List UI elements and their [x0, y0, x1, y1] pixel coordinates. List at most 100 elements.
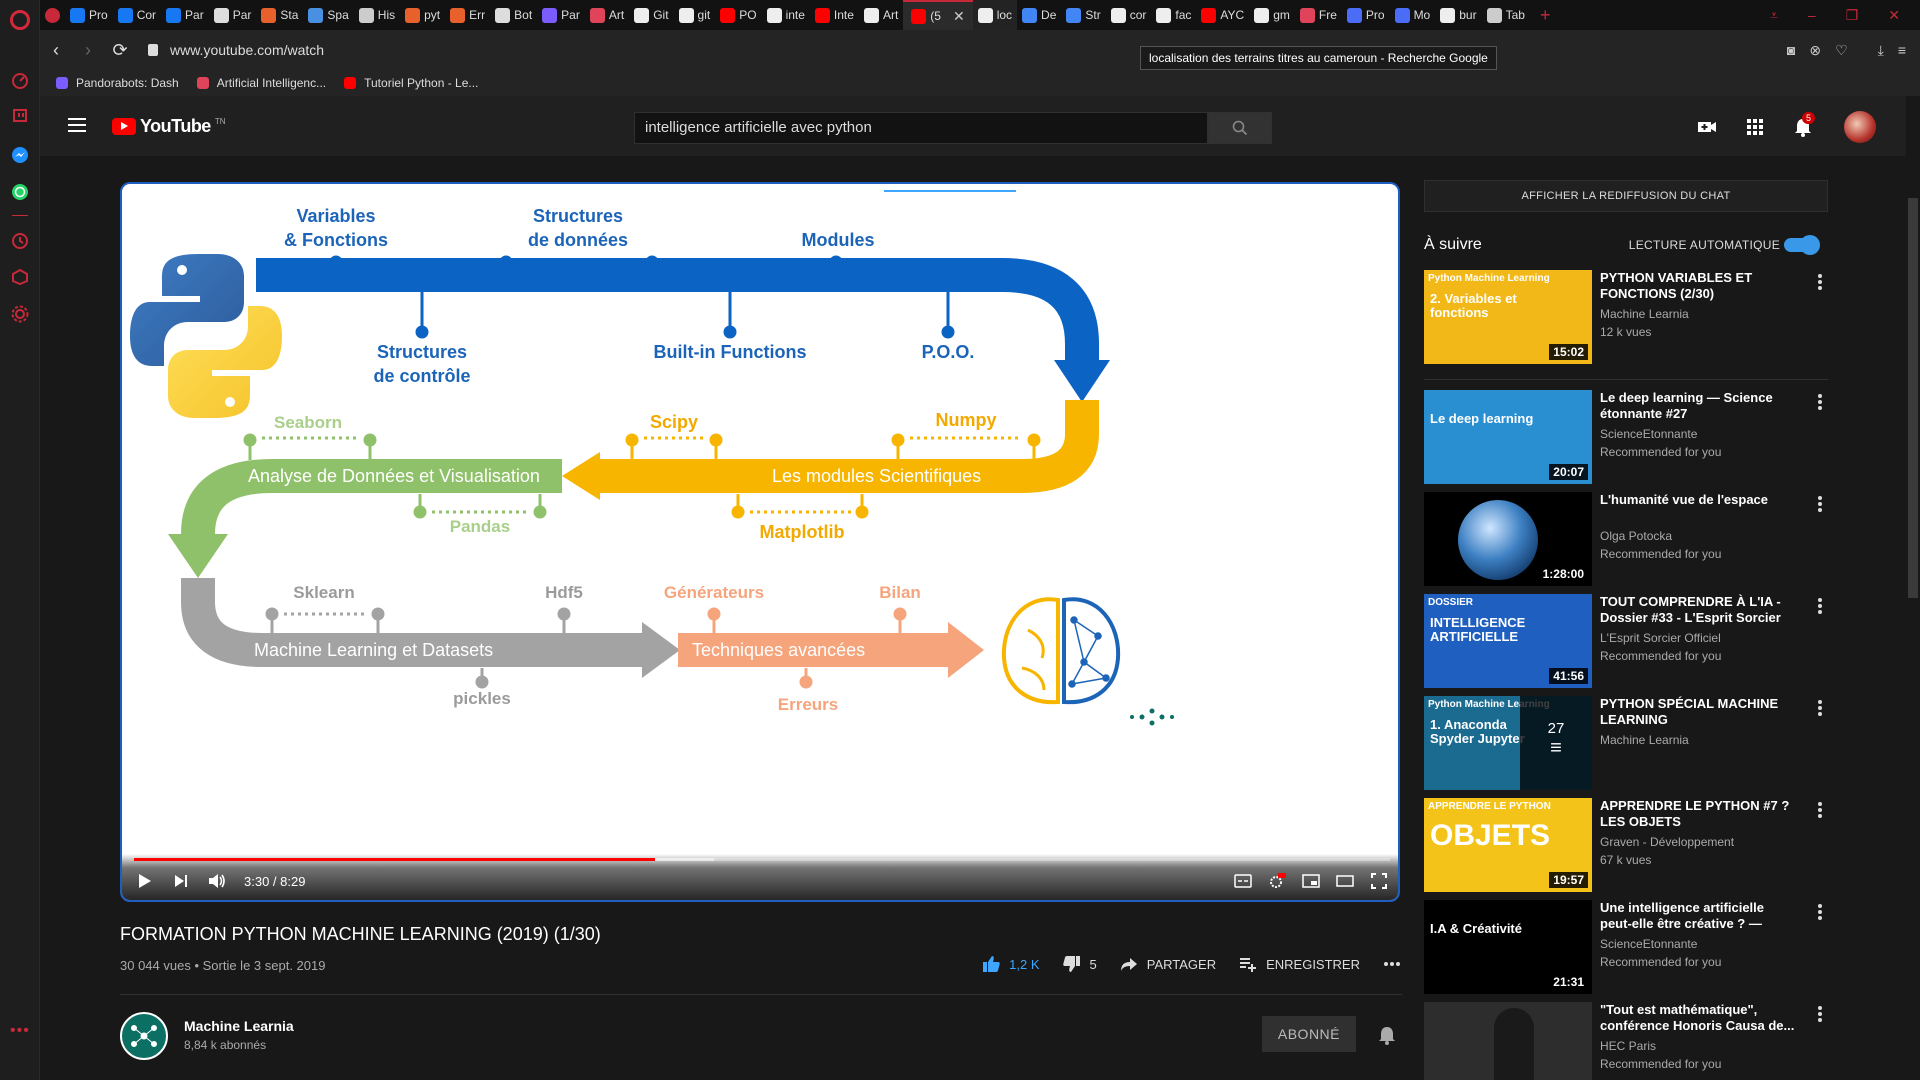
close-window-icon[interactable]: ✕ [1888, 7, 1900, 24]
next-icon[interactable] [172, 872, 190, 890]
recommended-video[interactable]: "Tout est mathématique", conférence Hono… [1424, 1002, 1828, 1080]
video-title-link[interactable]: "Tout est mathématique", conférence Hono… [1600, 1002, 1798, 1034]
video-thumbnail[interactable]: DOSSIER INTELLIGENCE ARTIFICIELLE 41:56 [1424, 594, 1592, 688]
video-thumbnail[interactable]: Python Machine Learning 1. Anaconda Spyde… [1424, 696, 1592, 790]
speed-dial-icon[interactable] [11, 72, 29, 90]
video-menu-icon[interactable] [1818, 1006, 1822, 1022]
video-menu-icon[interactable] [1818, 394, 1822, 410]
recommended-video[interactable]: DOSSIER INTELLIGENCE ARTIFICIELLE 41:56 TOU… [1424, 594, 1828, 696]
video-menu-icon[interactable] [1818, 904, 1822, 920]
video-menu-icon[interactable] [1818, 274, 1822, 290]
tab-item[interactable]: Tab [1482, 0, 1530, 30]
volume-icon[interactable] [208, 872, 226, 890]
tab-item[interactable]: Art [585, 0, 629, 30]
back-button[interactable]: ‹ [40, 40, 72, 61]
tab-item[interactable]: Par [209, 0, 257, 30]
theater-mode-icon[interactable] [1336, 872, 1354, 890]
menu-icon[interactable]: ≡ [1898, 42, 1906, 58]
video-menu-icon[interactable] [1818, 598, 1822, 614]
recommended-video[interactable]: 1:28:00 L'humanité vue de l'espace Olga Po… [1424, 492, 1828, 594]
like-button[interactable]: 1,2 K [981, 954, 1040, 974]
adblock-icon[interactable]: ⊗ [1809, 42, 1821, 59]
tab-item[interactable]: AYC [1196, 0, 1249, 30]
tab-item[interactable]: Sta [256, 0, 303, 30]
recommended-video[interactable]: Python Machine Learning 2. Variables et f… [1424, 270, 1828, 380]
video-menu-icon[interactable] [1818, 700, 1822, 716]
subscribe-button[interactable]: ABONNÉ [1261, 1016, 1356, 1052]
tab-item[interactable]: Bot [490, 0, 537, 30]
reload-button[interactable]: ⟳ [104, 40, 136, 61]
tab-item[interactable]: Err [445, 0, 490, 30]
new-tab-button[interactable]: + [1530, 5, 1561, 26]
url-field[interactable]: www.youtube.com/watch [148, 42, 324, 58]
video-channel[interactable]: L'Esprit Sorcier Officiel [1600, 631, 1721, 645]
tab-item[interactable]: Git [629, 0, 673, 30]
tab-item[interactable]: Pro [65, 0, 113, 30]
twitch-icon[interactable] [11, 108, 29, 126]
video-title-link[interactable]: TOUT COMPRENDRE À L'IA - Dossier #33 - L… [1600, 594, 1798, 626]
tab-item[interactable]: fac [1151, 0, 1196, 30]
tab-item[interactable]: git [674, 0, 716, 30]
fullscreen-icon[interactable] [1370, 872, 1388, 890]
tab-item[interactable]: Fre [1295, 0, 1342, 30]
video-title-link[interactable]: Le deep learning — Science étonnante #27 [1600, 390, 1798, 422]
download-icon[interactable]: ⤓ [1878, 42, 1884, 59]
search-button[interactable] [1208, 112, 1272, 144]
share-button[interactable]: PARTAGER [1119, 954, 1216, 974]
tab-item[interactable]: Par [537, 0, 585, 30]
tab-item[interactable]: His [354, 0, 400, 30]
video-title-link[interactable]: PYTHON SPÉCIAL MACHINE LEARNING [1600, 696, 1798, 728]
tab-menu-icon[interactable]: ⩡ [1770, 7, 1778, 24]
video-title-link[interactable]: APPRENDRE LE PYTHON #7 ? LES OBJETS [1600, 798, 1798, 830]
tab-item[interactable]: Spa [303, 0, 353, 30]
subtitles-icon[interactable] [1234, 872, 1252, 890]
tab-item[interactable]: inte [762, 0, 810, 30]
scrollbar-thumb[interactable] [1908, 198, 1918, 598]
forward-button[interactable]: › [72, 40, 104, 61]
youtube-logo[interactable]: YouTube TN [112, 116, 226, 137]
video-player[interactable]: Les Bases de Python pour Data Science Le… [120, 182, 1400, 902]
messenger-icon[interactable] [11, 146, 29, 164]
tab-item[interactable]: loc [972, 0, 1018, 30]
recommended-video[interactable]: Python Machine Learning 1. Anaconda Spyde… [1424, 696, 1828, 798]
recommended-video[interactable]: I.A & Créativité 21:31 Une intelligence ar… [1424, 900, 1828, 1002]
play-icon[interactable] [136, 872, 154, 890]
snapshot-icon[interactable]: ◙ [1787, 42, 1795, 58]
video-channel[interactable]: ScienceEtonnante [1600, 937, 1697, 951]
tab-item[interactable]: Str [1061, 0, 1105, 30]
page-scrollbar[interactable] [1906, 96, 1920, 1080]
guide-menu-icon[interactable] [68, 118, 86, 132]
video-title-link[interactable]: L'humanité vue de l'espace [1600, 492, 1798, 508]
bookmark-item[interactable]: Pandorabots: Dash [56, 76, 179, 90]
extensions-icon[interactable] [11, 268, 29, 286]
bookmark-heart-icon[interactable]: ♡ [1835, 42, 1848, 59]
video-title-link[interactable]: Une intelligence artificielle peut-elle … [1600, 900, 1798, 932]
tab-item[interactable]: Pro [1342, 0, 1390, 30]
video-thumbnail[interactable] [1424, 1002, 1592, 1080]
video-thumbnail[interactable]: Le deep learning 20:07 [1424, 390, 1592, 484]
miniplayer-icon[interactable] [1302, 872, 1320, 890]
tab-active[interactable]: (5 ✕ [903, 0, 973, 30]
video-menu-icon[interactable] [1818, 802, 1822, 818]
chat-replay-button[interactable]: AFFICHER LA REDIFFUSION DU CHAT [1424, 180, 1828, 212]
tab-item[interactable]: gm [1249, 0, 1295, 30]
more-actions-button[interactable] [1382, 954, 1402, 974]
tab-item[interactable]: Mo [1390, 0, 1436, 30]
video-channel[interactable]: Machine Learnia [1600, 307, 1689, 321]
sidebar-more-icon[interactable]: ••• [10, 1022, 30, 1040]
maximize-icon[interactable]: ❐ [1846, 7, 1859, 24]
channel-avatar[interactable] [120, 1012, 168, 1060]
video-channel[interactable]: Olga Potocka [1600, 529, 1672, 543]
autoplay-toggle[interactable] [1784, 235, 1820, 255]
account-avatar[interactable] [1844, 111, 1876, 143]
tab-item[interactable]: cor [1106, 0, 1152, 30]
tab-item[interactable]: Inte [810, 0, 859, 30]
create-video-icon[interactable] [1696, 116, 1718, 138]
recommended-video[interactable]: APPRENDRE LE PYTHON OBJETS 19:57 APPRENDRE … [1424, 798, 1828, 900]
video-channel[interactable]: ScienceEtonnante [1600, 427, 1697, 441]
video-thumbnail[interactable]: I.A & Créativité 21:31 [1424, 900, 1592, 994]
bookmark-item[interactable]: Artificial Intelligenc... [196, 76, 326, 90]
tab-item[interactable]: De [1017, 0, 1061, 30]
video-channel[interactable]: Machine Learnia [1600, 733, 1689, 747]
history-icon[interactable] [11, 232, 29, 250]
